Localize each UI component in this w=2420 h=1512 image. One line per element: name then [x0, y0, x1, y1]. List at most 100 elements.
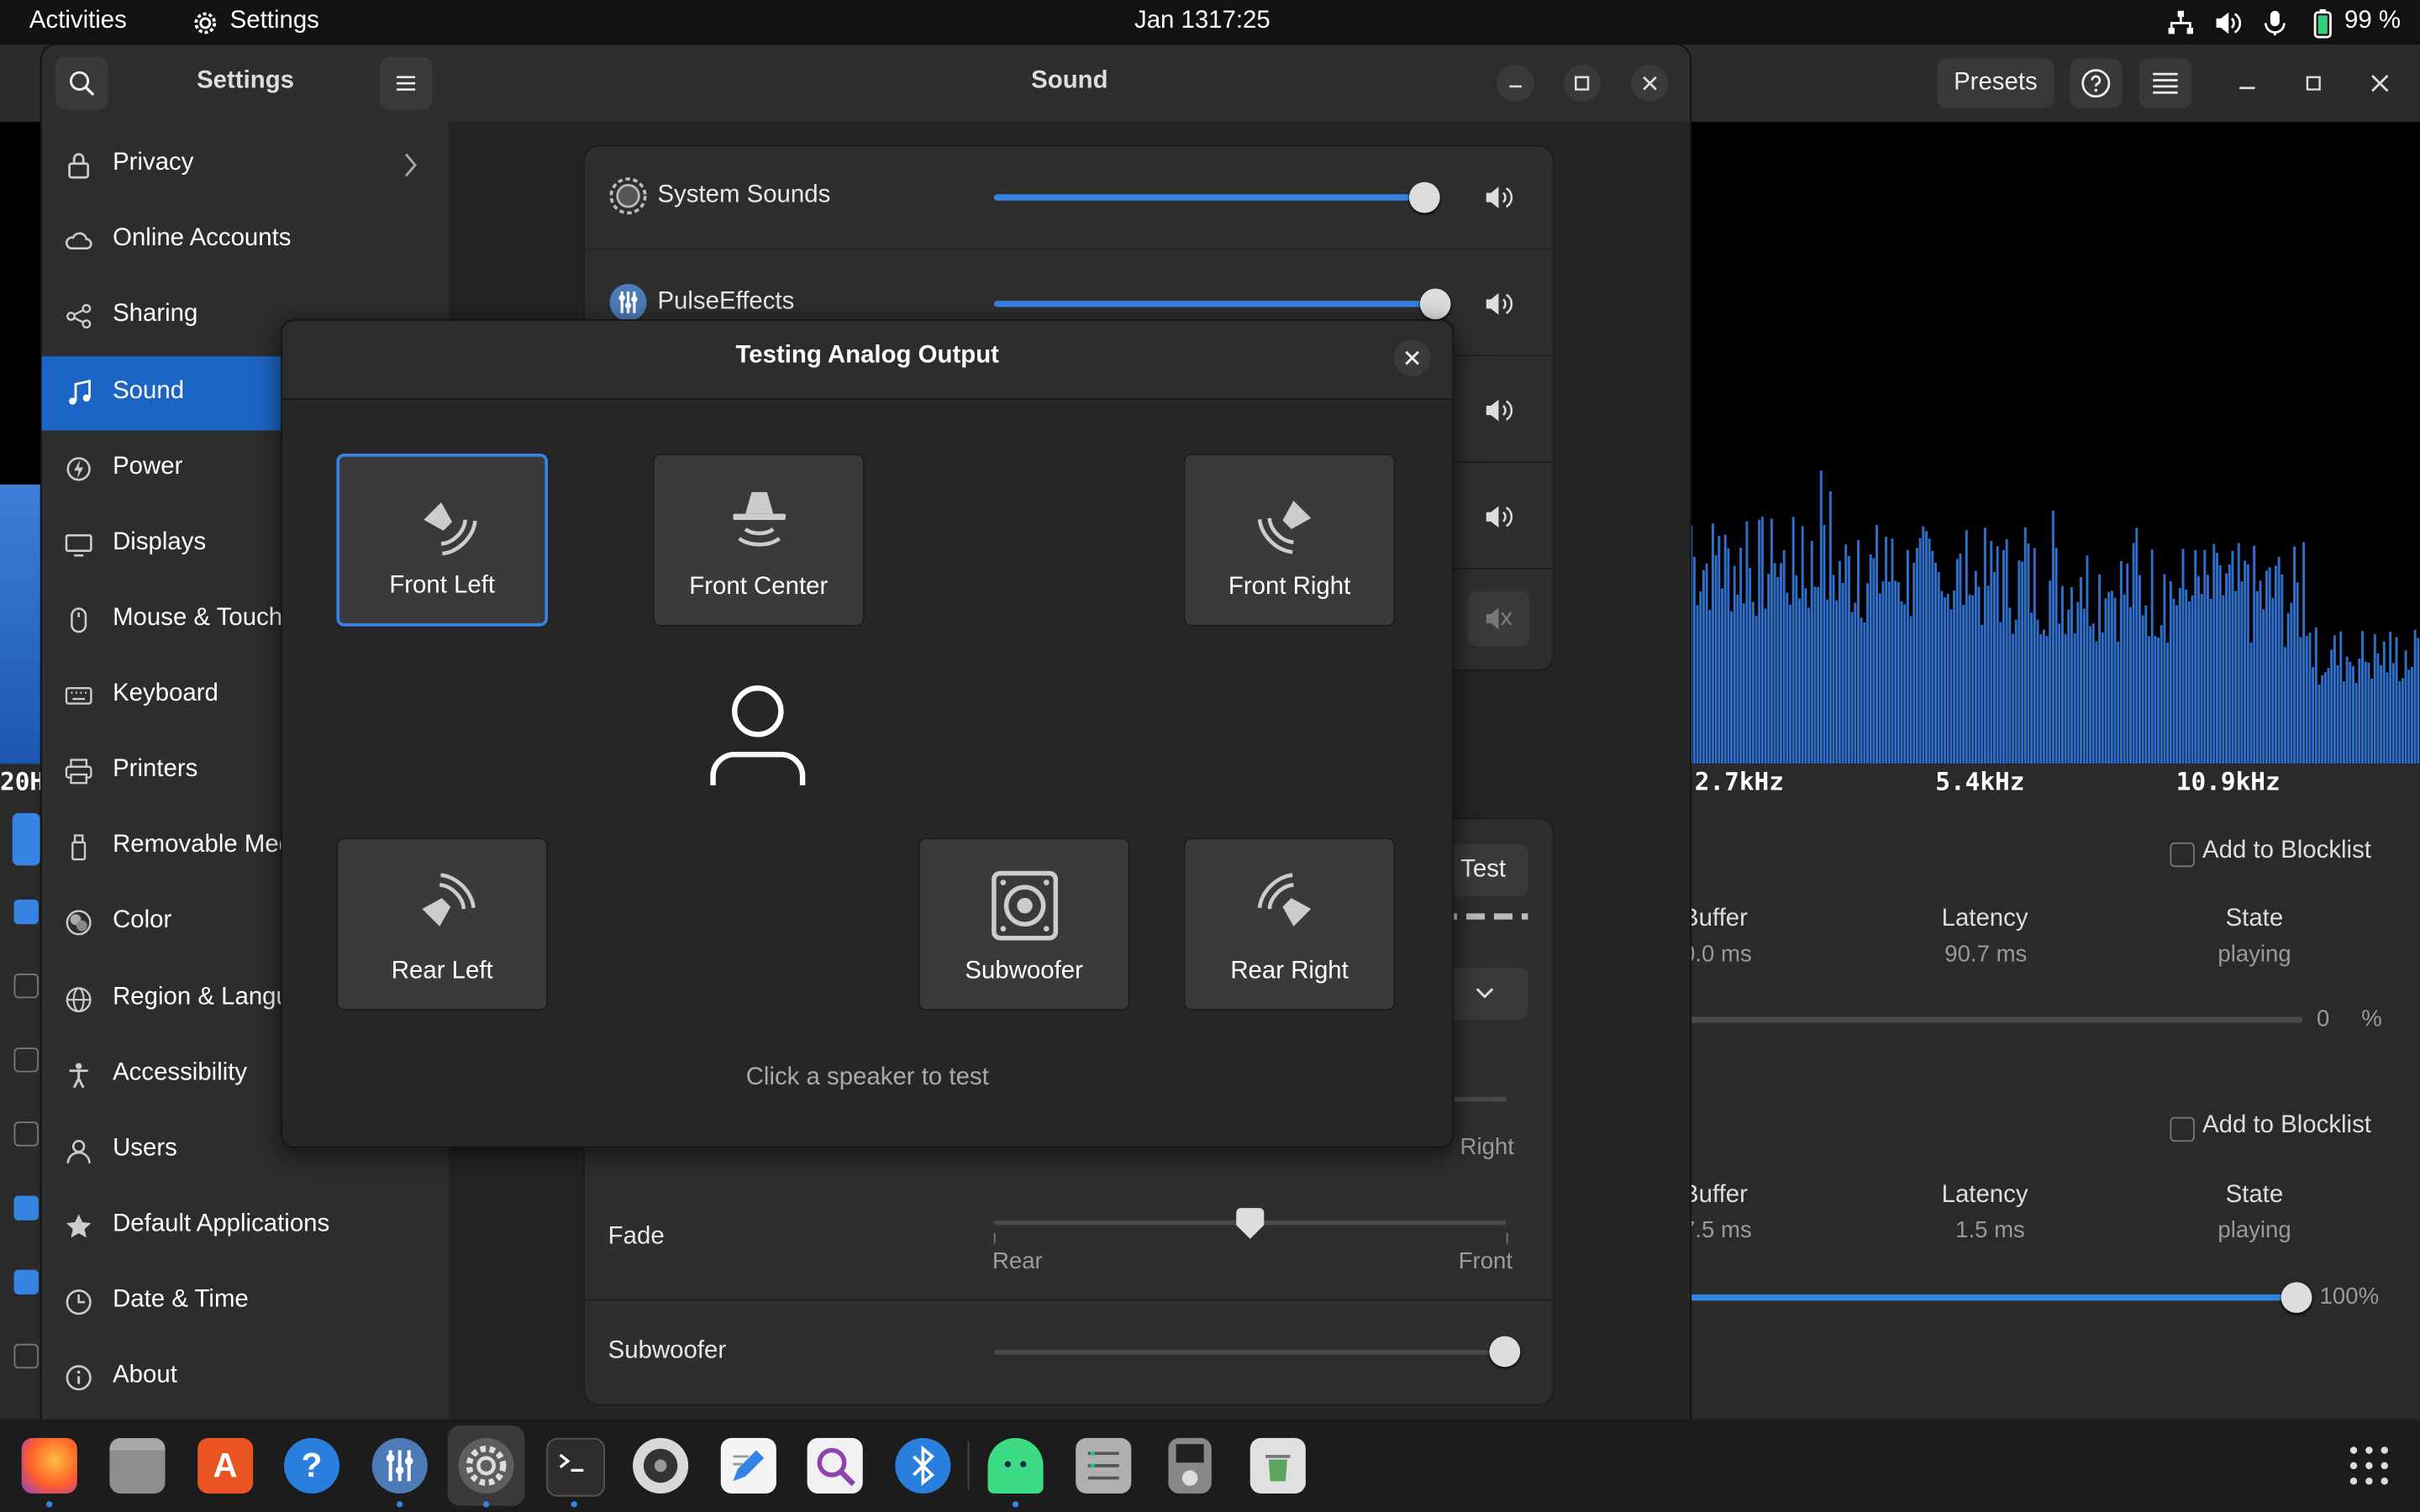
spectrum-bar — [2036, 619, 2039, 764]
stream-enable-checkbox[interactable] — [13, 1047, 39, 1073]
help-button[interactable] — [2070, 58, 2123, 108]
maximize-icon — [1573, 74, 1591, 92]
spectrum-bar — [1804, 588, 1807, 764]
stream-enable-checkbox[interactable] — [13, 1121, 39, 1147]
files-icon[interactable] — [109, 1437, 166, 1494]
app-stream-toggle[interactable] — [12, 812, 40, 866]
spectrum-bar — [2410, 666, 2413, 764]
speaker-mute-icon[interactable] — [1485, 185, 1513, 209]
text-editor-icon[interactable] — [720, 1437, 776, 1494]
menu-button[interactable] — [2139, 58, 2192, 108]
sidebar-item-default-applications[interactable]: Default Applications — [42, 1189, 450, 1263]
battery-icon[interactable] — [2307, 8, 2338, 39]
spectrum-bar — [1934, 562, 1937, 764]
stream-enable-checkbox[interactable] — [13, 1195, 39, 1221]
trash-icon[interactable] — [1249, 1437, 1306, 1494]
speaker-front-center-button[interactable]: Front Center — [652, 454, 865, 627]
system-sounds-knob[interactable] — [1408, 181, 1440, 213]
spectrum-bar — [1828, 491, 1832, 764]
spectrum-bar — [2222, 595, 2225, 764]
microphone-icon[interactable] — [2261, 9, 2289, 37]
stream-enable-checkbox[interactable] — [13, 1343, 39, 1369]
speaker-front-left-button[interactable]: Front Left — [336, 454, 549, 627]
spectrum-bar — [2314, 627, 2317, 764]
clock-date[interactable]: Jan 13 — [1134, 8, 1208, 35]
sidebar-item-about[interactable]: About — [42, 1341, 450, 1415]
close-button[interactable] — [1631, 65, 1669, 102]
apps-grid-icon[interactable] — [2348, 1444, 2391, 1487]
sidebar-item-date-time[interactable]: Date & Time — [42, 1265, 450, 1339]
spectrum-bar — [1832, 575, 1835, 764]
spectrum-bar — [2380, 665, 2383, 764]
stream-volume-slider[interactable] — [1690, 1016, 2303, 1023]
spectrum-bar — [2042, 629, 2045, 764]
terminal-icon[interactable] — [546, 1437, 606, 1497]
stream-volume-knob[interactable] — [2281, 1282, 2312, 1314]
stream-enable-checkbox[interactable] — [13, 1269, 39, 1295]
disk-icon[interactable] — [1076, 1437, 1132, 1494]
close-icon[interactable] — [2369, 72, 2391, 94]
system-sounds-slider[interactable] — [993, 194, 1427, 201]
speaker-mute-icon[interactable] — [1485, 291, 1513, 316]
minimize-button[interactable] — [1497, 65, 1534, 102]
stream-volume-slider[interactable] — [1690, 1294, 2297, 1301]
subwoofer-knob[interactable] — [1489, 1336, 1521, 1368]
help-icon[interactable]: ? — [283, 1437, 340, 1494]
network-icon[interactable] — [2167, 9, 2195, 37]
ipod-icon[interactable] — [1168, 1437, 1212, 1494]
speaker-app-icon[interactable] — [633, 1437, 689, 1494]
fade-knob[interactable] — [1234, 1206, 1265, 1240]
main-headerbar: Sound — [449, 45, 1691, 123]
firefox-icon[interactable] — [21, 1437, 77, 1494]
spectrum-bar — [2196, 575, 2200, 764]
restore-icon[interactable] — [2302, 72, 2324, 94]
sidebar-item-privacy[interactable]: Privacy — [42, 128, 450, 202]
system-sounds-icon — [608, 176, 649, 216]
sidebar-item-online-accounts[interactable]: Online Accounts — [42, 203, 450, 277]
spectrum-bar — [2067, 609, 2070, 764]
android-icon[interactable] — [987, 1437, 1044, 1494]
speaker-muted-icon — [1485, 606, 1512, 631]
speaker-rear-left-button[interactable]: Rear Left — [336, 837, 549, 1011]
presets-button[interactable]: Presets — [1937, 58, 2054, 108]
software-icon[interactable]: A — [197, 1437, 254, 1494]
spectrum-bar — [1922, 526, 1925, 764]
spectrum-bar — [2021, 561, 2024, 764]
app-menu[interactable]: Settings — [230, 8, 319, 35]
maximize-button[interactable] — [1563, 65, 1601, 102]
speaker-subwoofer-button[interactable]: Subwoofer — [918, 837, 1130, 1011]
gear-icon — [192, 9, 219, 37]
minimize-icon[interactable] — [2236, 72, 2258, 94]
activities-button[interactable]: Activities — [29, 8, 127, 35]
volume-icon[interactable] — [2213, 9, 2241, 37]
blocklist-checkbox[interactable] — [2170, 1116, 2195, 1142]
pulseeffects-slider[interactable] — [993, 301, 1438, 307]
clock-time[interactable]: 17:25 — [1208, 8, 1270, 35]
spectrum-bar — [2376, 653, 2380, 764]
dialog-close-button[interactable] — [1393, 339, 1431, 377]
spectrum-bar — [1696, 605, 1699, 764]
dock-separator — [967, 1441, 970, 1491]
speaker-mute-icon[interactable] — [1485, 398, 1513, 423]
pulseeffects-icon[interactable] — [371, 1437, 428, 1494]
pulseeffects-knob[interactable] — [1419, 288, 1451, 320]
spectrum-bar — [1708, 609, 1712, 764]
subwoofer-slider[interactable] — [993, 1350, 1507, 1355]
speaker-rear-right-icon — [1252, 867, 1329, 944]
blocklist-checkbox[interactable] — [2170, 842, 2195, 868]
speaker-rear-right-button[interactable]: Rear Right — [1183, 837, 1396, 1011]
spectrum-bar — [1909, 616, 1912, 764]
spectrum-bar — [2299, 637, 2302, 764]
muted-stream-button[interactable] — [1467, 591, 1530, 647]
spectrum-bar — [2404, 650, 2407, 764]
inspector-icon[interactable] — [807, 1437, 863, 1494]
settings-icon[interactable] — [458, 1437, 514, 1494]
stream-enable-checkbox[interactable] — [13, 973, 39, 999]
speaker-front-right-button[interactable]: Front Right — [1183, 454, 1396, 627]
speaker-mute-icon[interactable] — [1485, 505, 1513, 529]
hamburger-menu-button[interactable] — [379, 56, 433, 110]
stream-enable-checkbox[interactable] — [13, 899, 39, 925]
spectrum-bar — [1791, 517, 1795, 764]
spectrum-bar — [1977, 586, 1981, 764]
bluetooth-icon[interactable] — [895, 1437, 951, 1494]
